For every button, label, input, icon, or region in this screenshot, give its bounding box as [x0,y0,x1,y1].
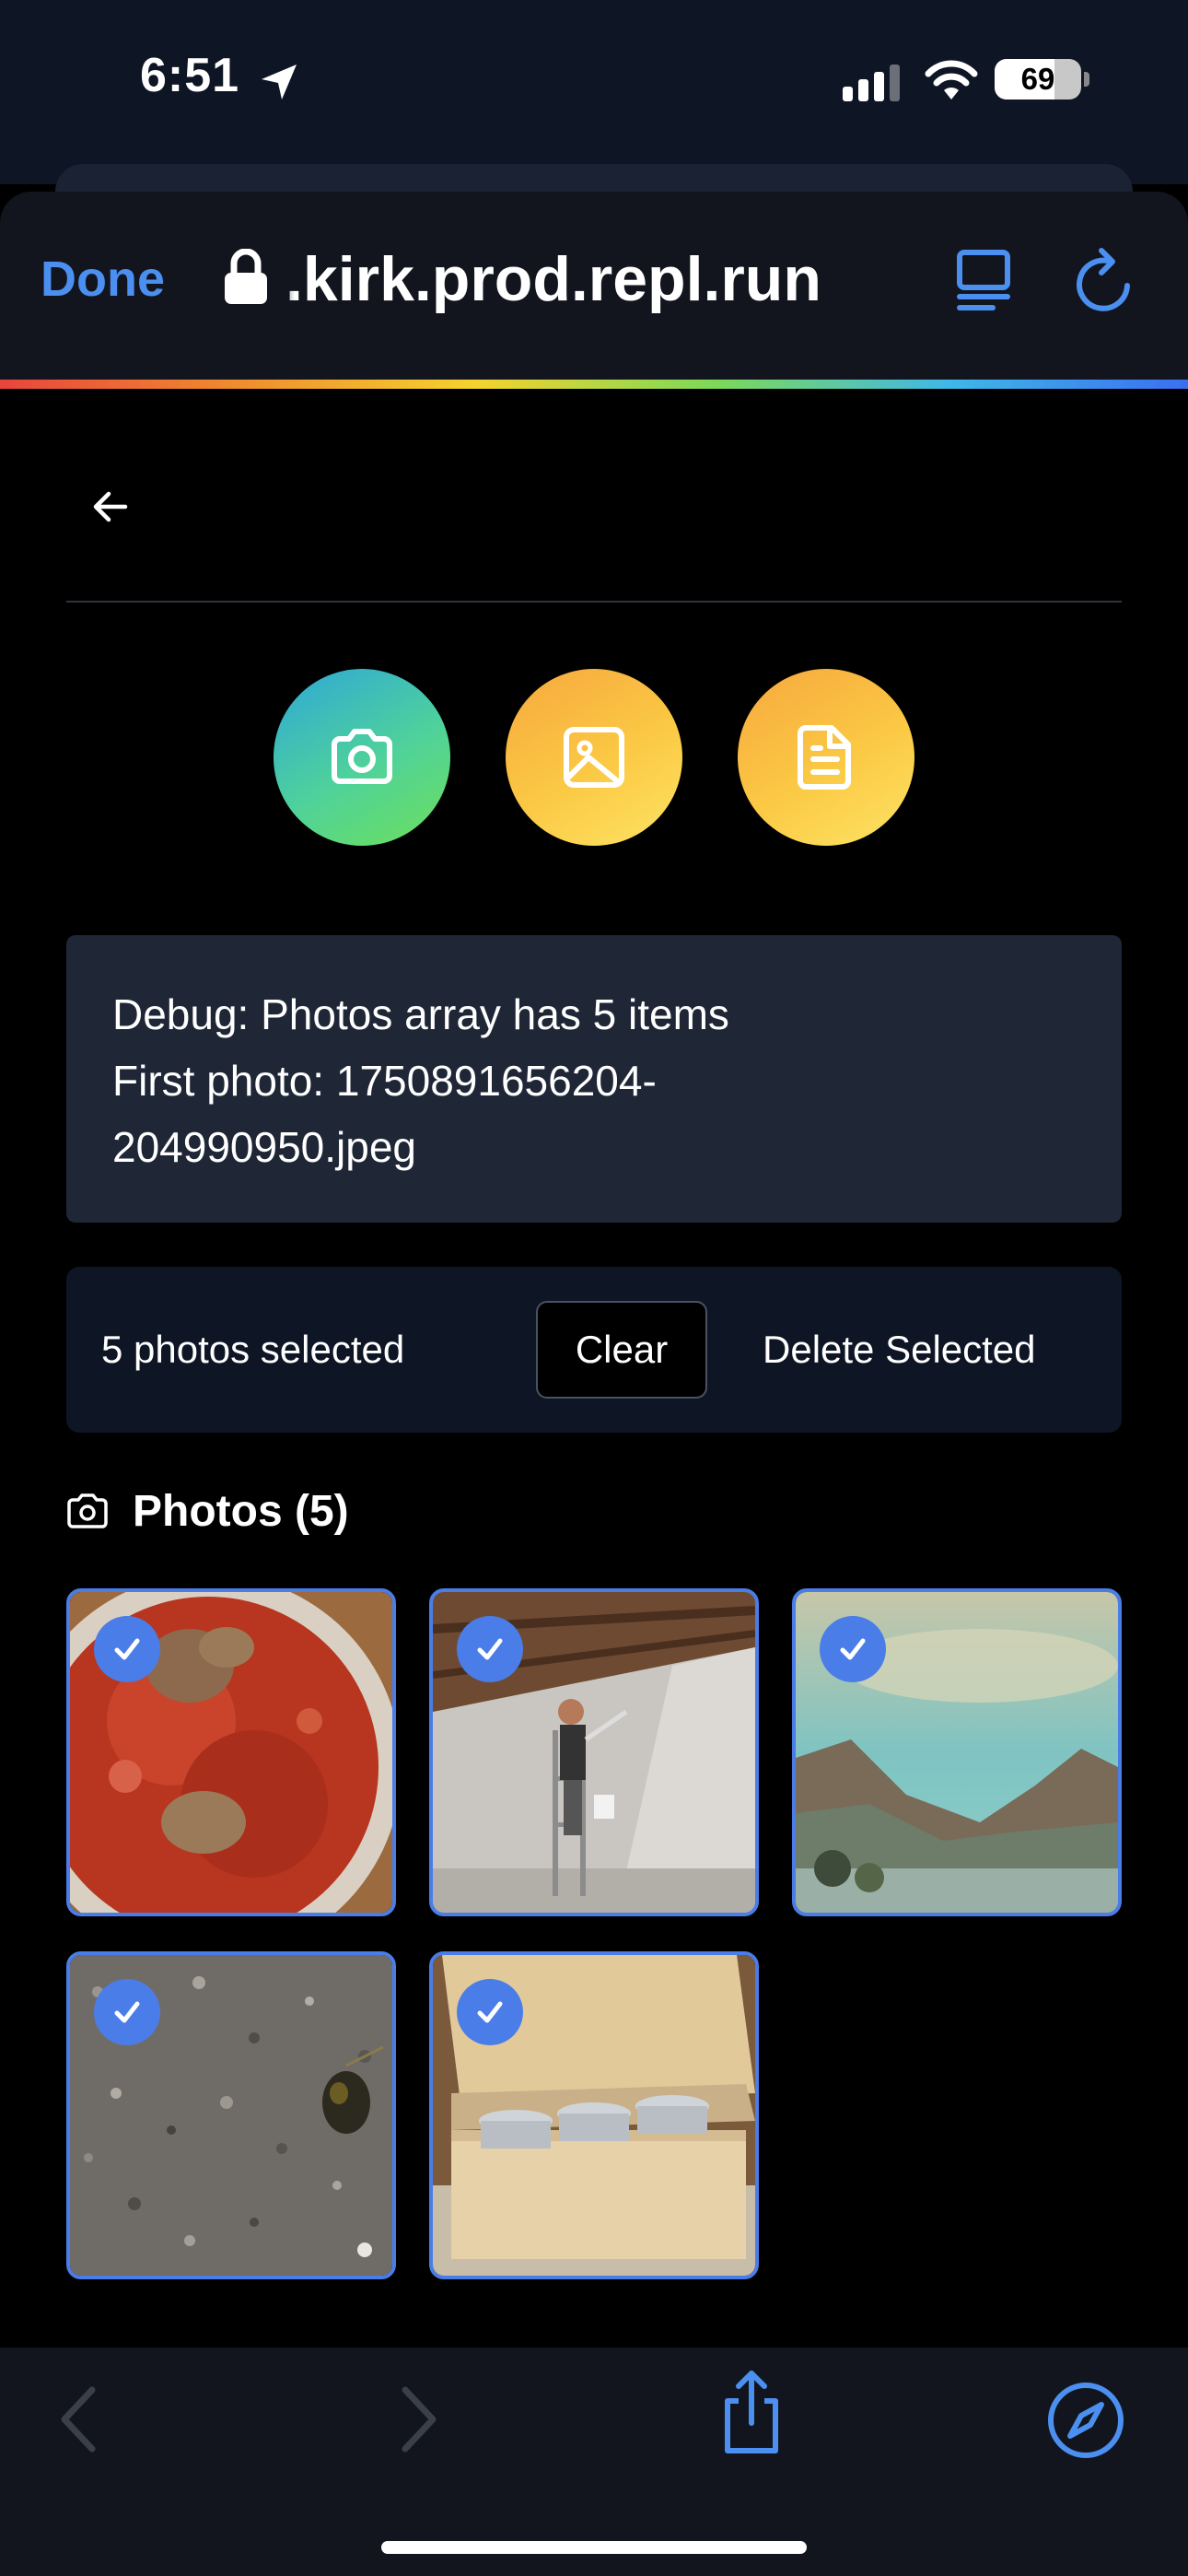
debug-line: First photo: 1750891656204- [112,1057,657,1105]
cellular-signal-icon [843,64,900,101]
header-divider [66,601,1122,603]
debug-panel: Debug: Photos array has 5 items First ph… [66,935,1122,1223]
debug-line: Debug: Photos array has 5 items [112,990,729,1038]
location-arrow-icon [262,64,297,100]
camera-icon [332,729,392,784]
selection-toolbar: 5 photos selected Clear Delete Selected [66,1267,1122,1433]
selected-check-icon[interactable] [457,1979,523,2045]
image-icon [564,727,624,788]
reload-icon[interactable] [1074,247,1135,315]
selected-check-icon[interactable] [94,1979,160,2045]
photo-thumbnail[interactable] [429,1951,759,2279]
forward-icon[interactable] [396,2384,442,2454]
status-time: 6:51 [140,49,240,102]
done-button[interactable]: Done [41,251,165,308]
take-photo-button[interactable] [274,669,450,846]
battery-icon: 69 [995,59,1081,100]
photo-thumbnail[interactable] [429,1588,759,1916]
selected-check-icon[interactable] [457,1616,523,1682]
back-icon[interactable] [55,2384,101,2454]
selected-count-label: 5 photos selected [101,1328,405,1371]
reader-tabs-icon[interactable] [956,249,1011,313]
upload-document-button[interactable] [738,669,914,846]
lock-icon [225,249,267,304]
delete-selected-button[interactable]: Delete Selected [763,1267,1036,1433]
debug-line: 204990950.jpeg [112,1123,416,1171]
upload-image-button[interactable] [506,669,682,846]
selected-check-icon[interactable] [820,1616,886,1682]
battery-nub [1084,72,1089,87]
url-bar[interactable]: .kirk.prod.repl.run [273,243,821,315]
loading-progress-bar [0,380,1188,389]
photo-thumbnail[interactable] [792,1588,1122,1916]
photos-section-header: Photos (5) [66,1479,349,1543]
wifi-icon [925,60,978,100]
battery-level: 69 [1020,62,1055,96]
camera-icon [67,1493,108,1528]
photos-title: Photos (5) [133,1486,349,1536]
compass-icon[interactable] [1046,2381,1125,2460]
clear-selection-button[interactable]: Clear [536,1301,707,1399]
share-icon[interactable] [715,2368,788,2456]
home-indicator [381,2541,807,2554]
status-bar: 6:51 69 [0,0,1188,184]
selected-check-icon[interactable] [94,1616,160,1682]
photo-thumbnail[interactable] [66,1951,396,2279]
photo-thumbnail[interactable] [66,1588,396,1916]
back-arrow-icon[interactable] [90,486,131,527]
document-icon [798,725,851,790]
